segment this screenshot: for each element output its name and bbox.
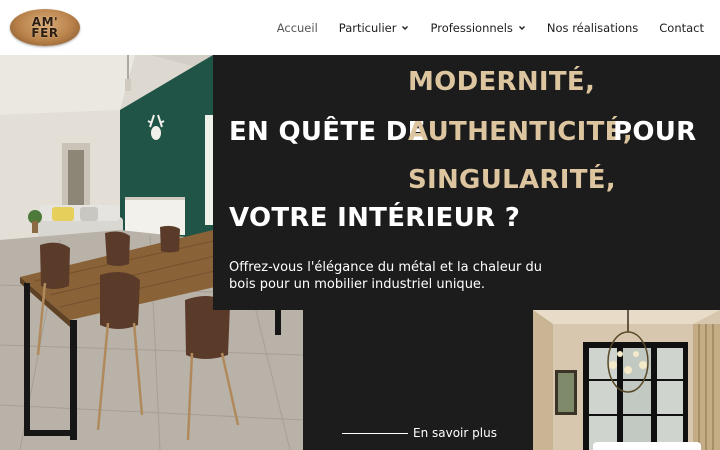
nav-item-label: Contact xyxy=(659,20,704,35)
brand-logo[interactable]: AM' FER xyxy=(10,9,80,46)
hero-headline-suffix: POUR xyxy=(613,117,697,147)
nav-item-label: Accueil xyxy=(276,20,318,35)
hero-rotating-word-1: MODERNITÉ, xyxy=(408,67,596,97)
nav-item-contact[interactable]: Contact xyxy=(659,21,704,35)
chevron-down-icon xyxy=(518,25,525,30)
cta-label: En savoir plus xyxy=(413,426,497,440)
hero-rotating-word-2: AUTHENTICITÉ, xyxy=(408,117,633,147)
nav-item-realisations[interactable]: Nos réalisations xyxy=(547,21,638,35)
cta-divider-line xyxy=(342,432,408,434)
site-header: AM' FER Accueil Particulier Professionne… xyxy=(0,0,720,55)
nav-item-accueil[interactable]: Accueil xyxy=(277,21,318,35)
hero-headline-prefix: EN QUÊTE DE xyxy=(229,117,426,147)
hero-paragraph: Offrez-vous l'élégance du métal et la ch… xyxy=(229,260,542,292)
nav-item-label: Professionnels xyxy=(430,20,513,35)
hero-headline-line2: VOTRE INTÉRIEUR ? xyxy=(229,203,521,233)
learn-more-link[interactable]: En savoir plus xyxy=(342,426,497,440)
hero-rotating-word-3: SINGULARITÉ, xyxy=(408,165,616,195)
nav-item-label: Particulier xyxy=(338,20,397,35)
nav-item-professionnels[interactable]: Professionnels xyxy=(430,21,525,35)
nav-item-label: Nos réalisations xyxy=(546,20,639,35)
main-nav: Accueil Particulier Professionnels Nos r… xyxy=(256,0,704,55)
hero-photo-hallway xyxy=(533,310,720,450)
logo-text-bottom: FER xyxy=(31,25,59,40)
nav-item-particulier[interactable]: Particulier xyxy=(339,21,410,35)
chevron-down-icon xyxy=(402,25,409,30)
